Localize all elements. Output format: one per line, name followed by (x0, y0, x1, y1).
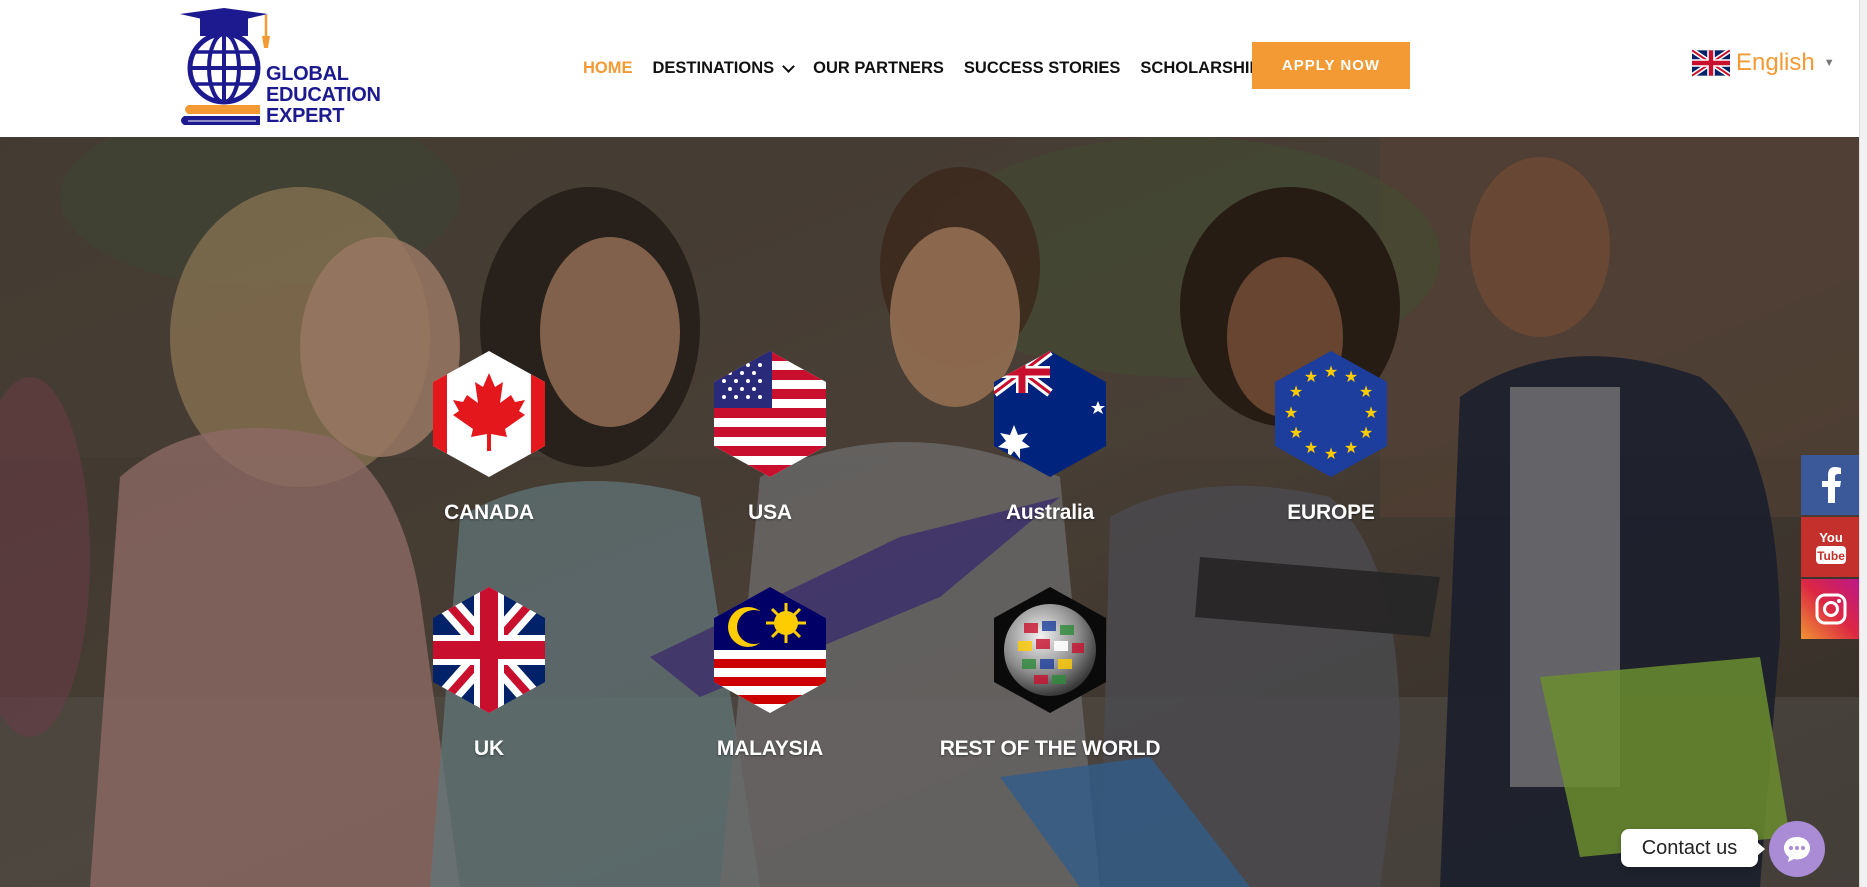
destination-canada[interactable]: CANADA (374, 351, 604, 525)
caret-down-icon: ▼ (1823, 57, 1835, 69)
svg-text:★: ★ (1344, 367, 1358, 386)
svg-text:★: ★ (1304, 438, 1318, 457)
svg-text:★: ★ (1364, 403, 1378, 422)
facebook-icon (1821, 467, 1841, 503)
svg-text:★: ★ (1324, 444, 1338, 463)
svg-text:★: ★ (1359, 382, 1373, 401)
brand-line-3: EXPERT (266, 105, 345, 127)
youtube-icon: You Tube (1815, 530, 1846, 564)
main-nav: HOME DESTINATIONS OUR PARTNERS SUCCESS S… (583, 59, 1282, 78)
nav-home[interactable]: HOME (583, 59, 643, 78)
destination-rest-of-the-world[interactable]: REST OF THE WORLD (935, 587, 1165, 761)
chat-bubble-button[interactable] (1769, 821, 1825, 877)
australia-flag-icon (994, 351, 1106, 477)
brand-line-2: EDUCATION (266, 84, 381, 106)
destination-malaysia[interactable]: MALAYSIA (655, 587, 885, 761)
language-label: English (1736, 49, 1815, 76)
uk-flag-icon (433, 587, 545, 713)
usa-flag-icon (714, 351, 826, 477)
destination-uk[interactable]: UK (374, 587, 604, 761)
svg-text:★: ★ (1344, 438, 1358, 457)
hero-section: CANADA USA Australia ★ ★ ★ ★ ★ ★ ★ ★ ★ ★… (0, 137, 1860, 887)
students-background-image (0, 137, 1860, 887)
destination-label: EUROPE (1287, 501, 1375, 524)
apply-now-button[interactable]: APPLY NOW (1252, 42, 1410, 89)
destination-label: CANADA (444, 501, 534, 524)
svg-text:★: ★ (1289, 423, 1303, 442)
destination-label: REST OF THE WORLD (939, 737, 1161, 760)
svg-text:You: You (1819, 530, 1843, 545)
scrollbar[interactable] (1859, 0, 1867, 887)
chevron-down-icon (782, 59, 795, 73)
svg-text:★: ★ (1304, 367, 1318, 386)
svg-text:Tube: Tube (1817, 549, 1845, 563)
svg-text:★: ★ (1284, 403, 1298, 422)
nav-destinations[interactable]: DESTINATIONS (643, 59, 804, 78)
contact-us-button[interactable]: Contact us (1621, 829, 1758, 867)
instagram-icon (1815, 593, 1846, 625)
eu-flag-icon: ★ ★ ★ ★ ★ ★ ★ ★ ★ ★ ★ ★ (1275, 351, 1387, 477)
language-selector[interactable]: English ▼ (1692, 49, 1835, 77)
svg-text:★: ★ (1289, 382, 1303, 401)
instagram-link[interactable] (1801, 579, 1860, 639)
youtube-link[interactable]: You Tube (1801, 517, 1860, 577)
destination-label: Australia (1005, 501, 1095, 524)
site-header: GLOBAL EDUCATION EXPERT HOME DESTINATION… (0, 0, 1860, 137)
destination-australia[interactable]: Australia (935, 351, 1165, 525)
destination-label: UK (474, 737, 504, 760)
svg-text:★: ★ (1324, 362, 1338, 381)
nav-destinations-label: DESTINATIONS (652, 59, 775, 77)
destination-europe[interactable]: ★ ★ ★ ★ ★ ★ ★ ★ ★ ★ ★ ★ EUROPE (1216, 351, 1446, 525)
destination-usa[interactable]: USA (655, 351, 885, 525)
nav-our-partners[interactable]: OUR PARTNERS (803, 59, 954, 78)
uk-flag-icon (1692, 49, 1730, 77)
destination-label: USA (748, 501, 792, 524)
contact-pointer (1757, 842, 1765, 856)
brand-name: GLOBAL EDUCATION EXPERT (266, 64, 381, 127)
facebook-link[interactable] (1801, 455, 1860, 515)
malaysia-flag-icon (714, 587, 826, 713)
brand-line-1: GLOBAL (266, 63, 349, 85)
chat-bubble-icon (1784, 837, 1810, 862)
canada-flag-icon (433, 351, 545, 477)
svg-text:★: ★ (1359, 423, 1373, 442)
nav-success-stories[interactable]: SUCCESS STORIES (954, 59, 1130, 78)
destination-label: MALAYSIA (716, 737, 824, 760)
world-globe-icon (994, 587, 1106, 713)
